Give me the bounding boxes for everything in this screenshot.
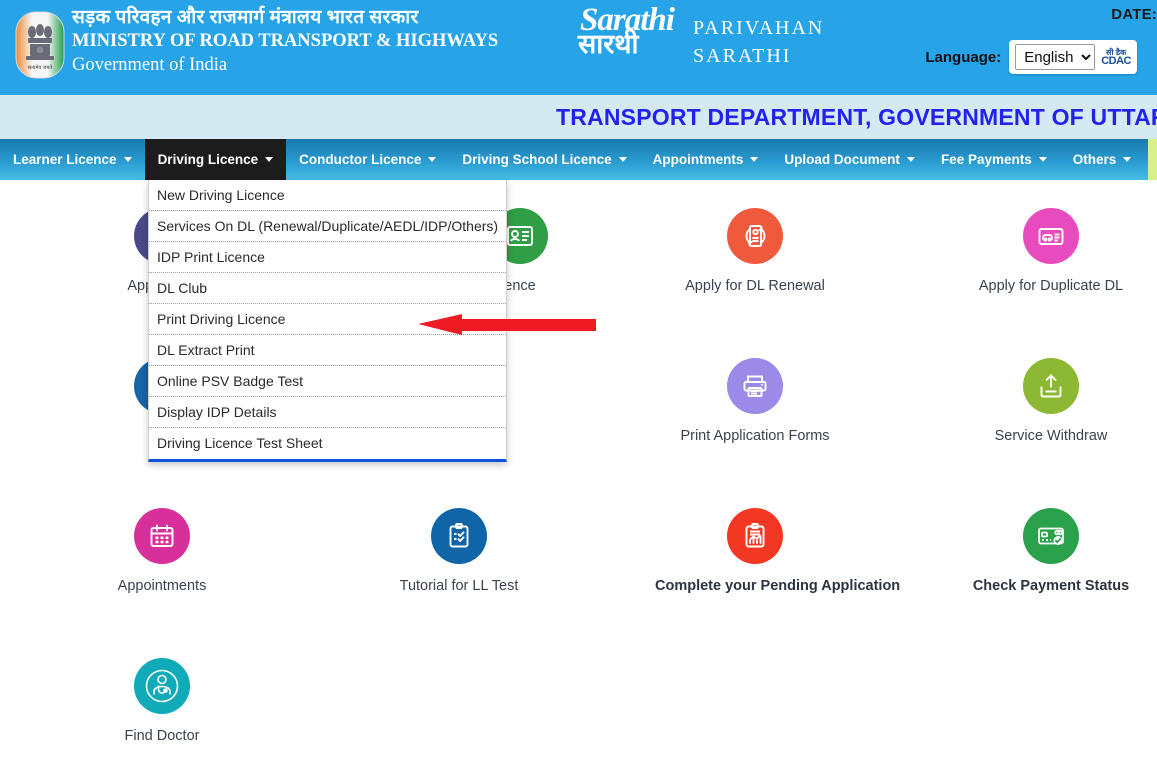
nav-item-upload-document[interactable]: Upload Document: [771, 139, 928, 180]
svg-text:सत्यमेव जयते: सत्यमेव जयते: [28, 64, 53, 71]
duplicate-dl-icon: [1023, 208, 1079, 264]
tile-doctor[interactable]: Find Doctor: [62, 658, 262, 744]
department-title-band: TRANSPORT DEPARTMENT, GOVERNMENT OF UTTA…: [0, 95, 1157, 139]
tile-label: Check Payment Status: [972, 578, 1130, 594]
main-navigation[interactable]: Learner Licence Driving Licence Conductor …: [0, 139, 1157, 180]
tile-duplicate-dl[interactable]: Apply for Duplicate DL: [951, 208, 1151, 294]
nav-item-label: Fee Payments: [940, 152, 1032, 167]
nav-item-label: Appointments: [652, 152, 744, 167]
tile-payment-card[interactable]: Check Payment Status: [951, 508, 1151, 594]
date-label: DATE:: [1111, 6, 1157, 23]
nav-item-appointments[interactable]: Appointments: [640, 139, 772, 180]
nav-item-label: Driving Licence: [157, 152, 259, 167]
nav-item-others[interactable]: Others: [1060, 139, 1145, 180]
chevron-down-icon: [123, 157, 132, 162]
nav-item-label: Others: [1072, 152, 1117, 167]
ministry-title-english: MINISTRY OF ROAD TRANSPORT & HIGHWAYS: [72, 31, 499, 51]
page-root: सत्यमेव जयते सड़क परिवहन और राजमार्ग मंत…: [0, 0, 1157, 765]
payment-card-icon: [1023, 508, 1079, 564]
brand-parivahan-label: PARIVAHAN: [693, 17, 825, 39]
tile-label: Print Application Forms: [680, 428, 830, 444]
language-selector[interactable]: Language: English सी डैक CDAC: [925, 40, 1137, 74]
red-left-arrow-annotation: [418, 311, 596, 337]
tile-calendar[interactable]: Appointments: [62, 508, 262, 594]
nav-item-driving-school-licence[interactable]: Driving School Licence: [449, 139, 639, 180]
language-box[interactable]: English सी डैक CDAC: [1009, 40, 1137, 74]
doctor-icon: [134, 658, 190, 714]
nav-item-conductor-licence[interactable]: Conductor Licence: [286, 139, 449, 180]
nav-item-application[interactable]: Application: [1148, 139, 1157, 180]
site-header: सत्यमेव जयते सड़क परिवहन और राजमार्ग मंत…: [0, 0, 1157, 95]
chevron-down-icon: [1123, 157, 1132, 162]
ministry-title-hindi: सड़क परिवहन और राजमार्ग मंत्रालय भारत सर…: [72, 7, 419, 28]
tile-label: Find Doctor: [124, 728, 200, 744]
tile-label: Service Withdraw: [994, 428, 1108, 444]
pending-application-icon: [727, 508, 783, 564]
dropdown-item-online-psv-badge-test[interactable]: Online PSV Badge Test: [149, 366, 506, 397]
dropdown-item-display-idp-details[interactable]: Display IDP Details: [149, 397, 506, 428]
nav-item-label: Learner Licence: [13, 152, 117, 167]
chevron-down-icon: [265, 157, 274, 162]
department-title: TRANSPORT DEPARTMENT, GOVERNMENT OF UTTA…: [556, 104, 1157, 130]
nav-item-label: Upload Document: [784, 152, 900, 167]
sarathi-logo-icon: Sarathi सारथी: [578, 4, 685, 66]
tile-label: Tutorial for LL Test: [399, 578, 519, 594]
tile-printer[interactable]: Print Application Forms: [655, 358, 855, 444]
clipboard-check-icon: [431, 508, 487, 564]
tile-label: Apply for Duplicate DL: [978, 278, 1124, 294]
dropdown-item-idp-print-licence[interactable]: IDP Print Licence: [149, 242, 506, 273]
india-state-emblem-icon: सत्यमेव जयते: [14, 10, 66, 80]
language-label: Language:: [925, 48, 1002, 66]
government-of-india-label: Government of India: [72, 55, 228, 75]
chevron-down-icon: [906, 157, 915, 162]
dl-renewal-icon: [727, 208, 783, 264]
dropdown-item-services-on-dl-renewal-duplicate-aedl-idp-others[interactable]: Services On DL (Renewal/Duplicate/AEDL/I…: [149, 211, 506, 242]
nav-item-label: Conductor Licence: [299, 152, 422, 167]
cdac-english-label: CDAC: [1101, 55, 1131, 67]
sarathi-brand: Sarathi सारथी PARIVAHAN SARATHI: [578, 4, 824, 70]
brand-sarathi-label: SARATHI: [693, 45, 792, 67]
tile-clipboard-check[interactable]: Tutorial for LL Test: [359, 508, 559, 594]
cdac-logo-icon: सी डैक CDAC: [1101, 48, 1131, 67]
nav-item-label: Driving School Licence: [462, 152, 612, 167]
tile-label: Apply for DL Renewal: [685, 278, 825, 294]
dropdown-item-dl-extract-print[interactable]: DL Extract Print: [149, 335, 506, 366]
chevron-down-icon: [618, 157, 627, 162]
dropdown-item-driving-licence-test-sheet[interactable]: Driving Licence Test Sheet: [149, 428, 506, 459]
nav-item-fee-payments[interactable]: Fee Payments: [928, 139, 1060, 180]
dropdown-item-new-driving-licence[interactable]: New Driving Licence: [149, 180, 506, 211]
printer-icon: [727, 358, 783, 414]
nav-item-driving-licence[interactable]: Driving Licence: [144, 139, 287, 180]
chevron-down-icon: [750, 157, 759, 162]
tile-dl-renewal[interactable]: Apply for DL Renewal: [655, 208, 855, 294]
tile-upload-withdraw[interactable]: Service Withdraw: [951, 358, 1151, 444]
ministry-titles: सड़क परिवहन और राजमार्ग मंत्रालय भारत सर…: [72, 6, 498, 77]
chevron-down-icon: [1038, 157, 1047, 162]
nav-item-learner-licence[interactable]: Learner Licence: [0, 139, 145, 180]
tile-label: Appointments: [117, 578, 207, 594]
sarathi-logo-hindi: सारथी: [578, 29, 639, 59]
brand-wordmark: PARIVAHAN SARATHI: [693, 8, 824, 70]
tile-pending-application[interactable]: Complete your Pending Application: [655, 508, 901, 594]
upload-withdraw-icon: [1023, 358, 1079, 414]
calendar-icon: [134, 508, 190, 564]
language-select[interactable]: English: [1015, 44, 1096, 70]
chevron-down-icon: [428, 157, 437, 162]
dropdown-item-dl-club[interactable]: DL Club: [149, 273, 506, 304]
tile-label: Complete your Pending Application: [655, 578, 901, 594]
